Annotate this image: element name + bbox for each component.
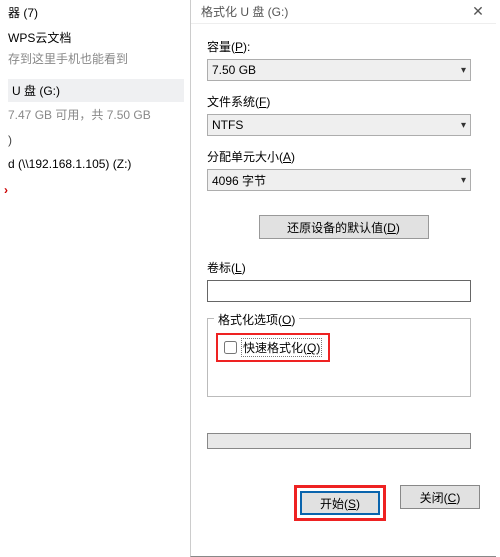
dialog-title: 格式化 U 盘 (G:) [201, 3, 288, 20]
restore-defaults-button[interactable]: 还原设备的默认值(D) [259, 215, 429, 239]
filesystem-value: NTFS [212, 118, 243, 132]
dialog-button-row: 开始(S) 关闭(C) [207, 485, 480, 521]
dialog-titlebar: 格式化 U 盘 (G:) ✕ [191, 0, 496, 24]
start-button-highlight: 开始(S) [294, 485, 386, 521]
allocation-value: 4096 字节 [212, 172, 266, 189]
udisk-item-selected[interactable]: U 盘 (G:) [8, 79, 184, 102]
volume-label-label: 卷标(L) [207, 259, 480, 276]
udisk-title: U 盘 (G:) [12, 82, 180, 99]
filesystem-select[interactable]: NTFS ▾ [207, 114, 471, 136]
stray-paren: ) [8, 133, 184, 147]
wps-cloud-subtitle: 存到这里手机也能看到 [8, 50, 184, 67]
wps-cloud-item[interactable]: WPS云文档 存到这里手机也能看到 [8, 29, 184, 67]
capacity-select[interactable]: 7.50 GB ▾ [207, 59, 471, 81]
format-dialog: 格式化 U 盘 (G:) ✕ 容量(P): 7.50 GB ▾ 文件系统(F) … [190, 0, 496, 557]
explorer-sidebar: 器 (7) WPS云文档 存到这里手机也能看到 U 盘 (G:) 7.47 GB… [0, 0, 190, 557]
format-options-legend: 格式化选项(O) [214, 311, 299, 328]
progress-bar [207, 433, 471, 449]
quick-format-label[interactable]: 快速格式化(Q) [241, 338, 322, 357]
wps-cloud-title: WPS云文档 [8, 29, 184, 46]
close-button[interactable]: 关闭(C) [400, 485, 480, 509]
chevron-down-icon: ▾ [461, 120, 466, 131]
udisk-capacity: 7.47 GB 可用，共 7.50 GB [8, 106, 184, 123]
allocation-label: 分配单元大小(A) [207, 148, 480, 165]
volume-label-input[interactable] [207, 280, 471, 302]
start-button[interactable]: 开始(S) [300, 491, 380, 515]
chevron-down-icon: ▾ [461, 175, 466, 186]
capacity-label: 容量(P): [207, 38, 480, 55]
quick-format-highlight: 快速格式化(Q) [216, 333, 330, 362]
devices-header: 器 (7) [8, 4, 184, 21]
allocation-select[interactable]: 4096 字节 ▾ [207, 169, 471, 191]
filesystem-label: 文件系统(F) [207, 93, 480, 110]
red-marker: › [4, 183, 184, 197]
close-icon[interactable]: ✕ [466, 3, 490, 20]
capacity-value: 7.50 GB [212, 63, 256, 77]
network-drive-title: d (\\192.168.1.105) (Z:) [8, 157, 184, 171]
chevron-down-icon: ▾ [461, 65, 466, 76]
network-drive-item[interactable]: d (\\192.168.1.105) (Z:) [8, 157, 184, 171]
format-options-group: 格式化选项(O) 快速格式化(Q) [207, 318, 471, 397]
quick-format-checkbox[interactable] [224, 341, 237, 354]
